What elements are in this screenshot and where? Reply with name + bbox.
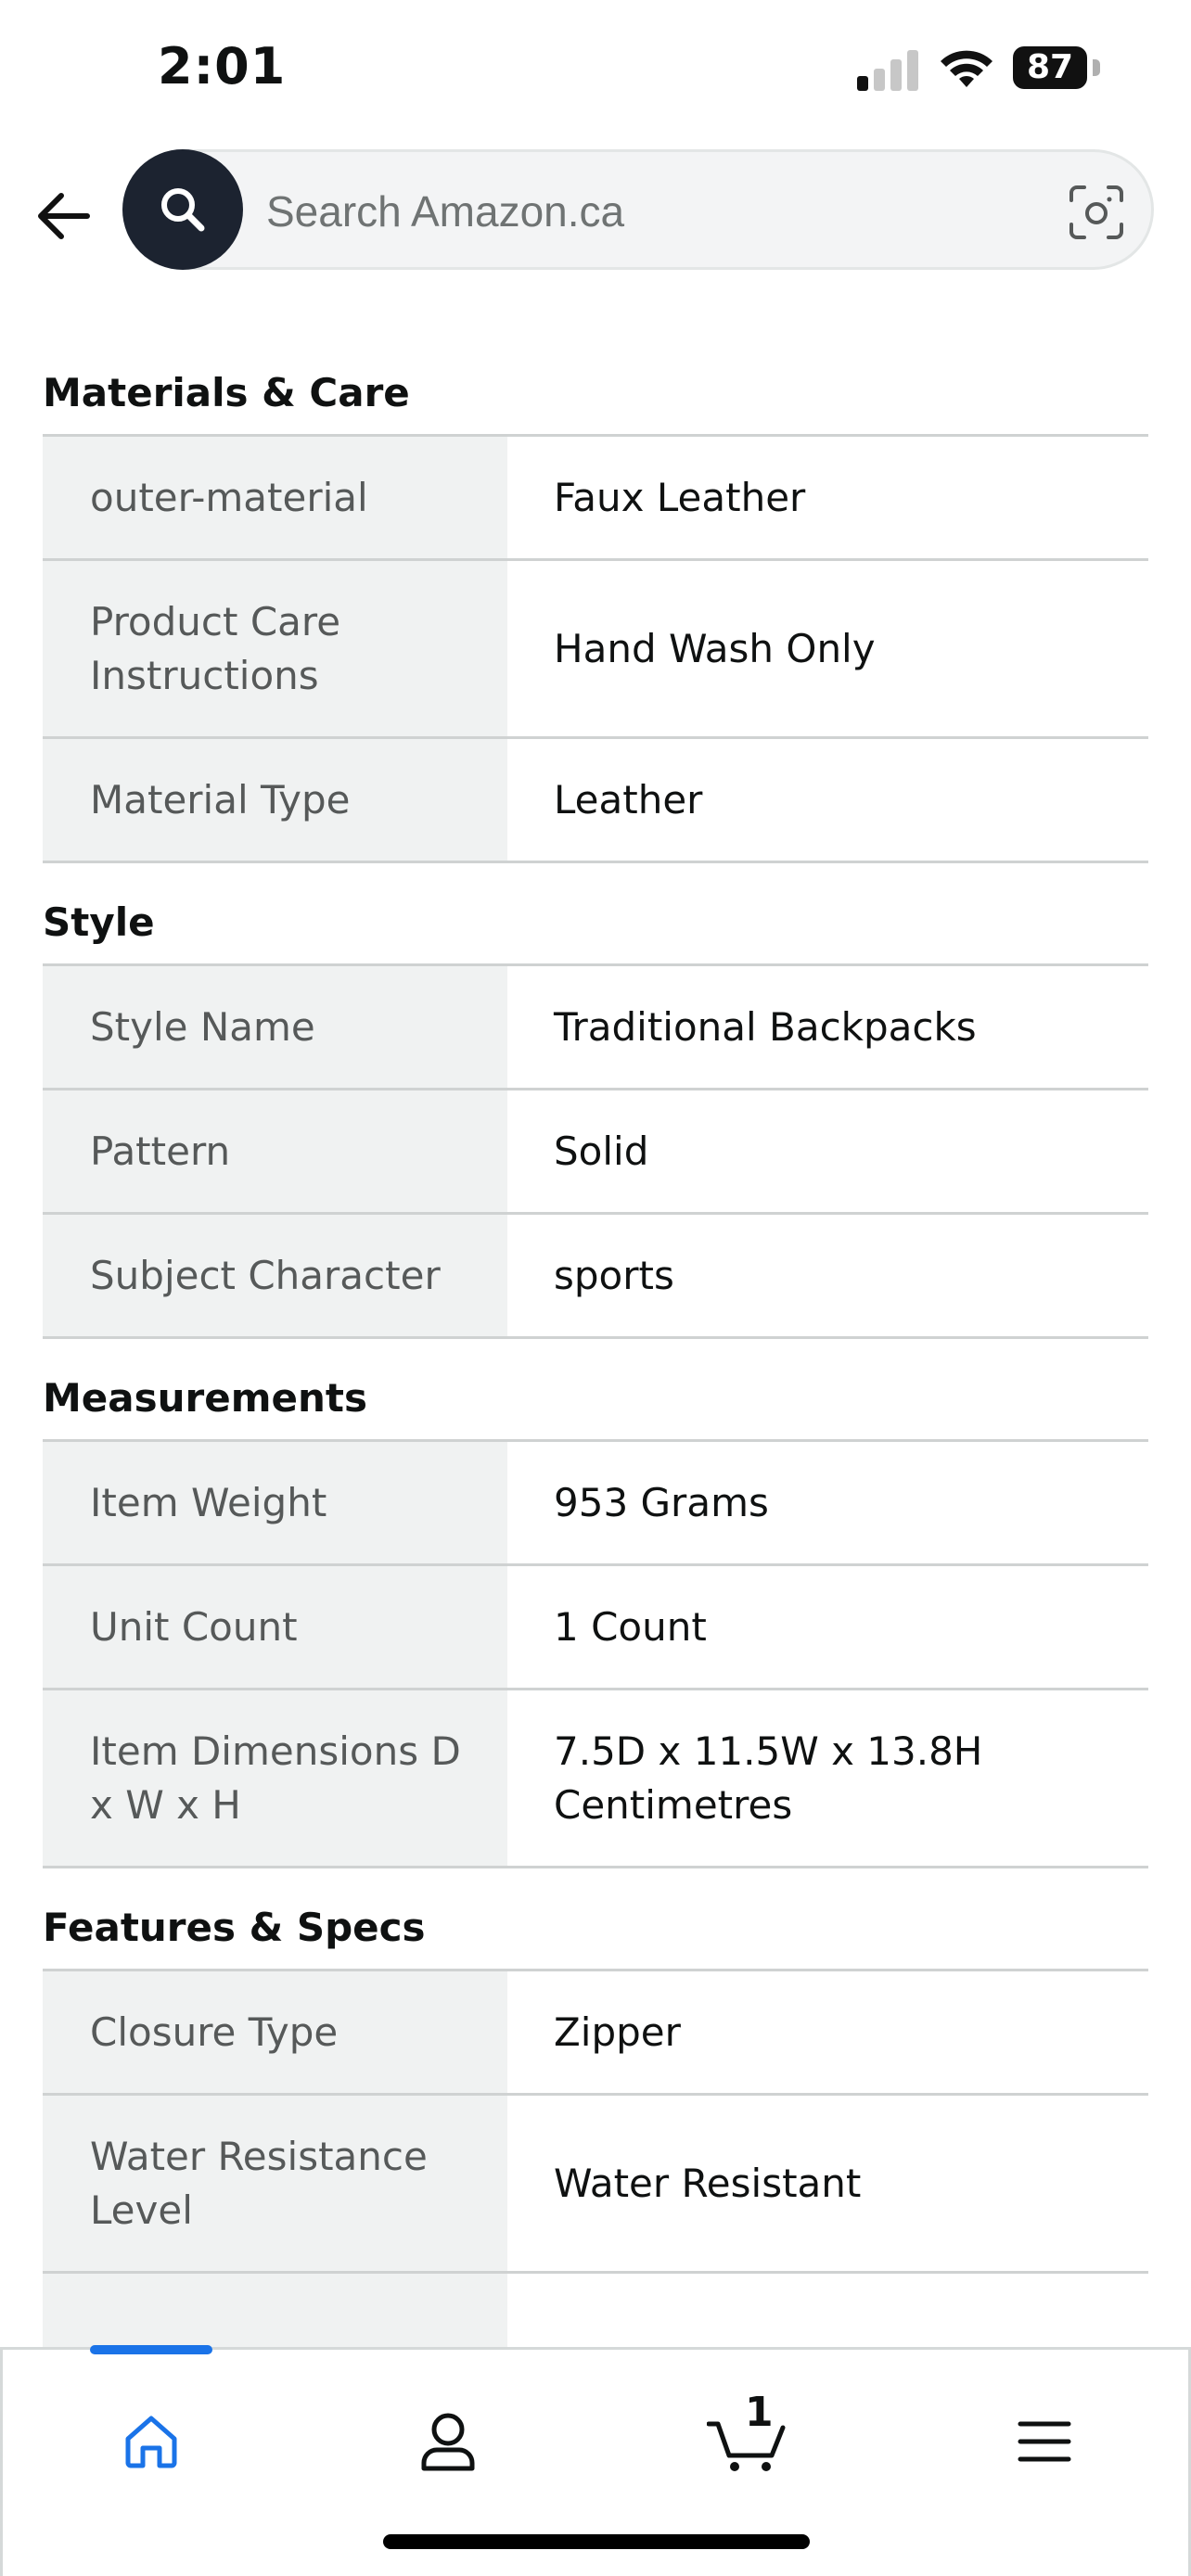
style-table: Style Name Traditional Backpacks Pattern… — [43, 963, 1148, 1339]
table-row: Water Resistance Level Water Resistant — [43, 2093, 1148, 2274]
row-value: Traditional Backpacks — [507, 963, 1148, 1090]
row-label: Unit Count — [43, 1563, 507, 1690]
table-row: Closure Type Zipper — [43, 1969, 1148, 2096]
search-button[interactable] — [122, 149, 243, 270]
home-indicator[interactable] — [383, 2534, 810, 2549]
table-row: Material Type Leather — [43, 736, 1148, 863]
battery-cap — [1093, 59, 1100, 76]
search-icon — [161, 188, 205, 232]
status-time: 2:01 — [158, 37, 287, 96]
table-row: Pattern Solid — [43, 1088, 1148, 1215]
product-details: Materials & Care outer-material Faux Lea… — [43, 334, 1148, 2398]
nav-account[interactable] — [402, 2391, 494, 2493]
table-row: Item Weight 953 Grams — [43, 1439, 1148, 1566]
row-label: Water Resistance Level — [43, 2093, 507, 2274]
row-label: Material Type — [43, 736, 507, 863]
search-bar[interactable] — [122, 149, 1154, 270]
row-label: outer-material — [43, 434, 507, 561]
camera-scan-icon[interactable] — [1068, 184, 1125, 241]
nav-home[interactable] — [105, 2391, 198, 2493]
row-value: Water Resistant — [507, 2093, 1148, 2274]
row-label: Style Name — [43, 963, 507, 1090]
wifi-icon — [941, 50, 992, 87]
table-row: Product Care Instructions Hand Wash Only — [43, 558, 1148, 739]
features-specs-table: Closure Type Zipper Water Resistance Lev… — [43, 1969, 1148, 2398]
section-title-measurements: Measurements — [43, 1375, 367, 1421]
row-value: sports — [507, 1212, 1148, 1339]
row-value: Leather — [507, 736, 1148, 863]
row-value: Solid — [507, 1088, 1148, 1215]
table-row: outer-material Faux Leather — [43, 434, 1148, 561]
section-title-features-specs: Features & Specs — [43, 1905, 426, 1950]
nav-cart[interactable]: 1 — [700, 2389, 793, 2493]
status-bar: 2:01 87 — [0, 0, 1191, 139]
row-value: Zipper — [507, 1969, 1148, 2096]
row-label: Closure Type — [43, 1969, 507, 2096]
back-button[interactable] — [28, 181, 98, 251]
active-tab-indicator — [90, 2345, 212, 2354]
search-input[interactable] — [264, 171, 1029, 252]
measurements-table: Item Weight 953 Grams Unit Count 1 Count… — [43, 1439, 1148, 1868]
nav-menu[interactable] — [998, 2391, 1091, 2493]
menu-icon — [1018, 2421, 1071, 2462]
row-label: Item Dimensions D x W x H — [43, 1688, 507, 1868]
row-label: Subject Character — [43, 1212, 507, 1339]
row-label: Product Care Instructions — [43, 558, 507, 739]
section-title-style: Style — [43, 899, 155, 945]
home-icon — [125, 2416, 177, 2468]
row-label: Item Weight — [43, 1439, 507, 1566]
table-row: Subject Character sports — [43, 1212, 1148, 1339]
section-title-materials-care: Materials & Care — [43, 370, 410, 415]
row-value: Hand Wash Only — [507, 558, 1148, 739]
row-label: Pattern — [43, 1088, 507, 1215]
table-row: Item Dimensions D x W x H 7.5D x 11.5W x… — [43, 1688, 1148, 1868]
row-value: 953 Grams — [507, 1439, 1148, 1566]
table-row: Unit Count 1 Count — [43, 1563, 1148, 1690]
materials-care-table: outer-material Faux Leather Product Care… — [43, 434, 1148, 863]
arrow-left-icon — [38, 193, 90, 239]
battery-icon: 87 — [1013, 46, 1087, 89]
row-value: 1 Count — [507, 1563, 1148, 1690]
row-value: 7.5D x 11.5W x 13.8H Centimetres — [507, 1688, 1148, 1868]
table-row: Style Name Traditional Backpacks — [43, 963, 1148, 1090]
row-value: Faux Leather — [507, 434, 1148, 561]
cart-count-badge: 1 — [745, 2389, 774, 2436]
cellular-signal-icon — [857, 48, 920, 91]
account-icon — [421, 2413, 475, 2471]
